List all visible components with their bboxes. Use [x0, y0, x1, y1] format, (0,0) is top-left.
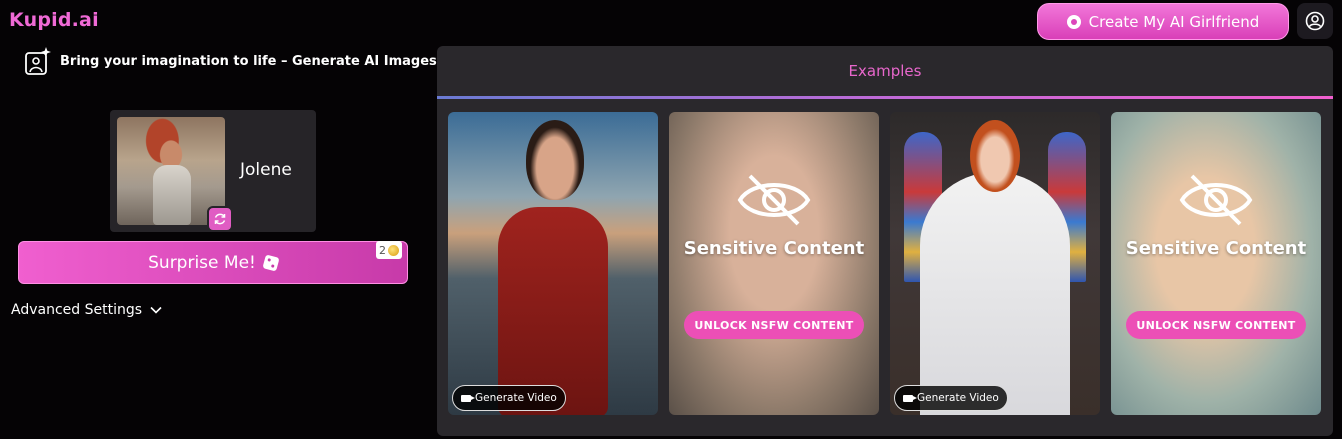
profile-button[interactable] [1297, 3, 1333, 39]
generate-video-button[interactable]: Generate Video [452, 385, 566, 411]
generate-video-button[interactable]: Generate Video [894, 385, 1008, 411]
user-circle-icon [1305, 11, 1325, 31]
image-generate-icon [25, 47, 51, 75]
example-image [920, 172, 1070, 415]
character-card[interactable]: Jolene [110, 110, 316, 232]
create-ai-girlfriend-button[interactable]: Create My AI Girlfriend [1037, 3, 1289, 40]
logo[interactable]: Kupid.ai [9, 9, 99, 31]
example-card-blurred[interactable]: Sensitive Content UNLOCK NSFW CONTENT [669, 112, 879, 415]
video-camera-icon [461, 394, 475, 402]
cost-value: 2 [379, 243, 386, 257]
sensitive-overlay: Sensitive Content [669, 172, 879, 259]
examples-header: Examples [437, 46, 1333, 99]
eye-slash-icon [1179, 174, 1253, 226]
surprise-me-button[interactable]: Surprise Me! [18, 241, 408, 284]
video-camera-icon [903, 394, 917, 402]
tagline-text: Bring your imagination to life – Generat… [60, 53, 437, 69]
advanced-settings-toggle[interactable]: Advanced Settings [11, 302, 162, 318]
sensitive-content-label: Sensitive Content [1125, 238, 1307, 259]
tagline: Bring your imagination to life – Generat… [24, 46, 437, 76]
surprise-me-label: Surprise Me! [148, 252, 256, 273]
coin-icon [388, 244, 399, 256]
eye-slash-icon [737, 174, 811, 226]
sparkle-icon [1066, 14, 1081, 29]
refresh-icon [214, 213, 226, 225]
example-image [498, 207, 608, 415]
generate-video-label: Generate Video [917, 392, 999, 404]
dice-icon [262, 253, 280, 272]
cost-badge: 2 [376, 241, 402, 259]
character-name: Jolene [240, 160, 292, 180]
advanced-settings-label: Advanced Settings [11, 302, 143, 318]
example-card-blurred[interactable]: Sensitive Content UNLOCK NSFW CONTENT [1111, 112, 1321, 415]
example-card[interactable]: Generate Video [448, 112, 658, 415]
swap-character-button[interactable] [207, 206, 233, 232]
sensitive-content-label: Sensitive Content [683, 238, 865, 259]
example-card[interactable]: Generate Video [890, 112, 1100, 415]
unlock-nsfw-button[interactable]: UNLOCK NSFW CONTENT [684, 311, 864, 339]
unlock-nsfw-button[interactable]: UNLOCK NSFW CONTENT [1126, 311, 1306, 339]
examples-panel: Examples Generate Video Sensitive Conten… [437, 46, 1333, 436]
sensitive-overlay: Sensitive Content [1111, 172, 1321, 259]
generate-video-label: Generate Video [475, 392, 557, 404]
chevron-down-icon [150, 306, 162, 314]
create-ai-girlfriend-label: Create My AI Girlfriend [1088, 12, 1260, 31]
